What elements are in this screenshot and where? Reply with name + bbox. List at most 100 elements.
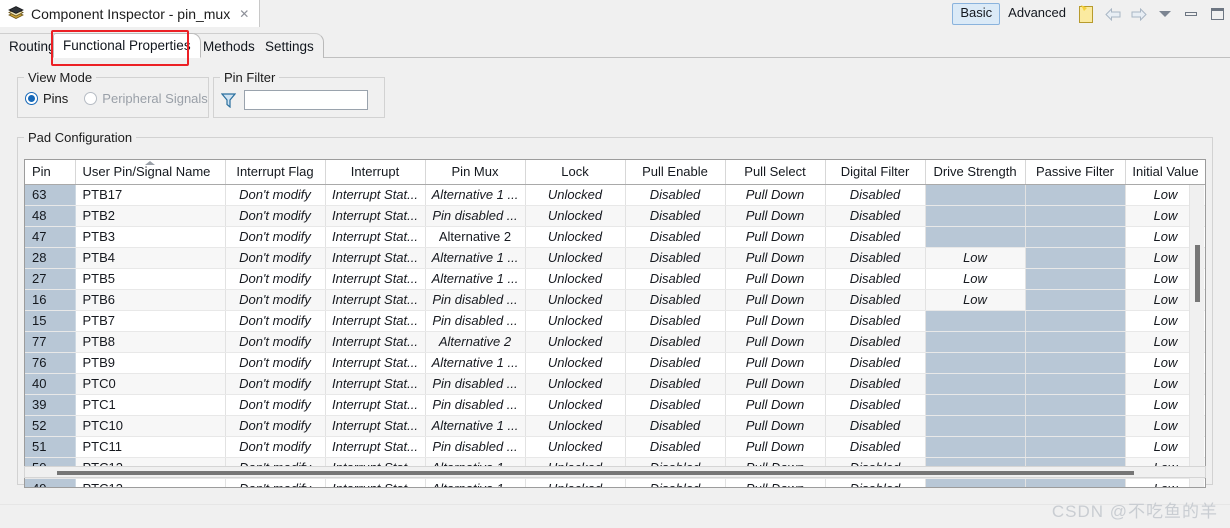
cell-user-pin-signal-name[interactable]: PTB3 bbox=[75, 226, 226, 248]
cell-pull-enable[interactable]: Disabled bbox=[625, 226, 726, 248]
table-row[interactable]: 49PTC13Don't modifyInterrupt Stat...Alte… bbox=[25, 478, 1205, 487]
cell-pin[interactable]: 15 bbox=[25, 310, 76, 332]
cell-drive-strength[interactable]: Low bbox=[925, 289, 1026, 311]
cell-pull-select[interactable]: Pull Down bbox=[725, 247, 826, 269]
cell-drive-strength[interactable]: Low bbox=[925, 268, 1026, 290]
cell-pin-mux[interactable]: Alternative 1 ... bbox=[425, 184, 526, 206]
cell-digital-filter[interactable]: Disabled bbox=[825, 373, 926, 395]
table-row[interactable]: 51 PTC11 Don't modify Interrupt Stat... Pin … bbox=[25, 436, 1205, 458]
cell-pin[interactable]: 52 bbox=[25, 415, 76, 437]
column-header-lock[interactable]: Lock bbox=[525, 160, 626, 185]
cell-pin[interactable]: 28 bbox=[25, 247, 76, 269]
cell-lock[interactable]: Unlocked bbox=[525, 205, 626, 227]
cell-interrupt-flag[interactable]: Don't modify bbox=[225, 289, 326, 311]
basic-mode-button[interactable]: Basic bbox=[952, 3, 1001, 25]
pin-filter-input[interactable] bbox=[244, 90, 368, 110]
cell-passive-filter[interactable] bbox=[1025, 205, 1126, 227]
cell-interrupt-flag[interactable]: Don't modify bbox=[225, 352, 326, 374]
table-horizontal-scrollbar-thumb[interactable] bbox=[57, 471, 1134, 475]
cell-pin-mux[interactable]: Pin disabled ... bbox=[425, 289, 526, 311]
cell-drive-strength[interactable] bbox=[925, 478, 1026, 487]
cell-interrupt[interactable]: Interrupt Stat... bbox=[325, 331, 426, 353]
column-header-passive-filter[interactable]: Passive Filter bbox=[1025, 160, 1126, 185]
cell-digital-filter[interactable]: Disabled bbox=[825, 310, 926, 332]
table-row[interactable]: 40 PTC0 Don't modify Interrupt Stat... Pin d… bbox=[25, 373, 1205, 395]
cell-lock[interactable]: Unlocked bbox=[525, 352, 626, 374]
column-header-pull-enable[interactable]: Pull Enable bbox=[625, 160, 726, 185]
cell-pin[interactable]: 48 bbox=[25, 205, 76, 227]
cell-drive-strength[interactable] bbox=[925, 352, 1026, 374]
column-header-interrupt-flag[interactable]: Interrupt Flag bbox=[225, 160, 326, 185]
maximize-icon[interactable] bbox=[1204, 3, 1230, 25]
cell-pin[interactable]: 39 bbox=[25, 394, 76, 416]
cell-interrupt[interactable]: Interrupt Stat... bbox=[325, 289, 426, 311]
cell-interrupt[interactable]: Interrupt Stat... bbox=[325, 394, 426, 416]
table-row[interactable]: 52 PTC10 Don't modify Interrupt Stat... Alte… bbox=[25, 415, 1205, 437]
cell-interrupt[interactable]: Interrupt Stat... bbox=[325, 373, 426, 395]
cell-drive-strength[interactable]: Low bbox=[925, 247, 1026, 269]
cell-interrupt-flag[interactable]: Don't modify bbox=[225, 331, 326, 353]
cell-pin-mux[interactable]: Alternative 1 ... bbox=[425, 415, 526, 437]
new-note-icon[interactable] bbox=[1074, 3, 1100, 25]
cell-user-pin-signal-name[interactable]: PTC10 bbox=[75, 415, 226, 437]
cell-pull-select[interactable]: Pull Down bbox=[725, 205, 826, 227]
cell-interrupt-flag[interactable]: Don't modify bbox=[225, 184, 326, 206]
cell-passive-filter[interactable] bbox=[1025, 310, 1126, 332]
radio-peripheral-signals[interactable]: Peripheral Signals bbox=[84, 91, 208, 106]
table-horizontal-scrollbar[interactable] bbox=[24, 466, 1206, 478]
cell-drive-strength[interactable] bbox=[925, 310, 1026, 332]
cell-digital-filter[interactable]: Disabled bbox=[825, 331, 926, 353]
tab-methods[interactable]: Methods bbox=[194, 33, 265, 58]
cell-lock[interactable]: Unlocked bbox=[525, 415, 626, 437]
table-row[interactable]: 28 PTB4 Don't modify Interrupt Stat... Alter… bbox=[25, 247, 1205, 269]
cell-interrupt-flag[interactable]: Don't modify bbox=[225, 268, 326, 290]
column-header-pin[interactable]: Pin bbox=[25, 160, 76, 185]
cell-pull-select[interactable]: Pull Down bbox=[725, 415, 826, 437]
cell-pull-enable[interactable]: Disabled bbox=[625, 289, 726, 311]
tab-functional-properties[interactable]: Functional Properties bbox=[53, 33, 201, 58]
table-row[interactable]: 15 PTB7 Don't modify Interrupt Stat... Pin d… bbox=[25, 310, 1205, 332]
cell-pull-select[interactable]: Pull Down bbox=[725, 352, 826, 374]
cell-passive-filter[interactable] bbox=[1025, 394, 1126, 416]
cell-interrupt-flag[interactable]: Don't modify bbox=[225, 436, 326, 458]
cell-lock[interactable]: Unlocked bbox=[525, 478, 626, 487]
cell-digital-filter[interactable]: Disabled bbox=[825, 436, 926, 458]
cell-pin[interactable]: 27 bbox=[25, 268, 76, 290]
cell-pull-enable[interactable]: Disabled bbox=[625, 352, 726, 374]
cell-passive-filter[interactable] bbox=[1025, 331, 1126, 353]
cell-lock[interactable]: Unlocked bbox=[525, 394, 626, 416]
cell-interrupt[interactable]: Interrupt Stat... bbox=[325, 478, 426, 487]
cell-interrupt[interactable]: Interrupt Stat... bbox=[325, 205, 426, 227]
cell-digital-filter[interactable]: Disabled bbox=[825, 352, 926, 374]
cell-user-pin-signal-name[interactable]: PTB8 bbox=[75, 331, 226, 353]
cell-lock[interactable]: Unlocked bbox=[525, 436, 626, 458]
cell-interrupt-flag[interactable]: Don't modify bbox=[225, 310, 326, 332]
forward-arrow-icon[interactable] bbox=[1126, 3, 1152, 25]
table-row[interactable]: 47 PTB3 Don't modify Interrupt Stat... Alter… bbox=[25, 226, 1205, 248]
cell-pull-select[interactable]: Pull Down bbox=[725, 373, 826, 395]
cell-digital-filter[interactable]: Disabled bbox=[825, 394, 926, 416]
cell-drive-strength[interactable] bbox=[925, 373, 1026, 395]
cell-lock[interactable]: Unlocked bbox=[525, 184, 626, 206]
cell-pull-select[interactable]: Pull Down bbox=[725, 184, 826, 206]
cell-user-pin-signal-name[interactable]: PTC1 bbox=[75, 394, 226, 416]
cell-user-pin-signal-name[interactable]: PTB6 bbox=[75, 289, 226, 311]
cell-pin-mux[interactable]: Alternative 2 bbox=[425, 226, 526, 248]
cell-user-pin-signal-name[interactable]: PTC0 bbox=[75, 373, 226, 395]
cell-drive-strength[interactable] bbox=[925, 184, 1026, 206]
column-header-pin-mux[interactable]: Pin Mux bbox=[425, 160, 526, 185]
cell-digital-filter[interactable]: Disabled bbox=[825, 226, 926, 248]
radio-pins[interactable]: Pins bbox=[25, 91, 68, 106]
cell-interrupt[interactable]: Interrupt Stat... bbox=[325, 184, 426, 206]
cell-passive-filter[interactable] bbox=[1025, 268, 1126, 290]
cell-drive-strength[interactable] bbox=[925, 436, 1026, 458]
cell-interrupt[interactable]: Interrupt Stat... bbox=[325, 436, 426, 458]
cell-passive-filter[interactable] bbox=[1025, 247, 1126, 269]
cell-pull-enable[interactable]: Disabled bbox=[625, 310, 726, 332]
cell-interrupt-flag[interactable]: Don't modify bbox=[225, 394, 326, 416]
cell-passive-filter[interactable] bbox=[1025, 289, 1126, 311]
cell-interrupt-flag[interactable]: Don't modify bbox=[225, 373, 326, 395]
cell-pull-enable[interactable]: Disabled bbox=[625, 205, 726, 227]
cell-user-pin-signal-name[interactable]: PTC13 bbox=[75, 478, 226, 487]
table-vertical-scrollbar[interactable] bbox=[1189, 185, 1204, 487]
